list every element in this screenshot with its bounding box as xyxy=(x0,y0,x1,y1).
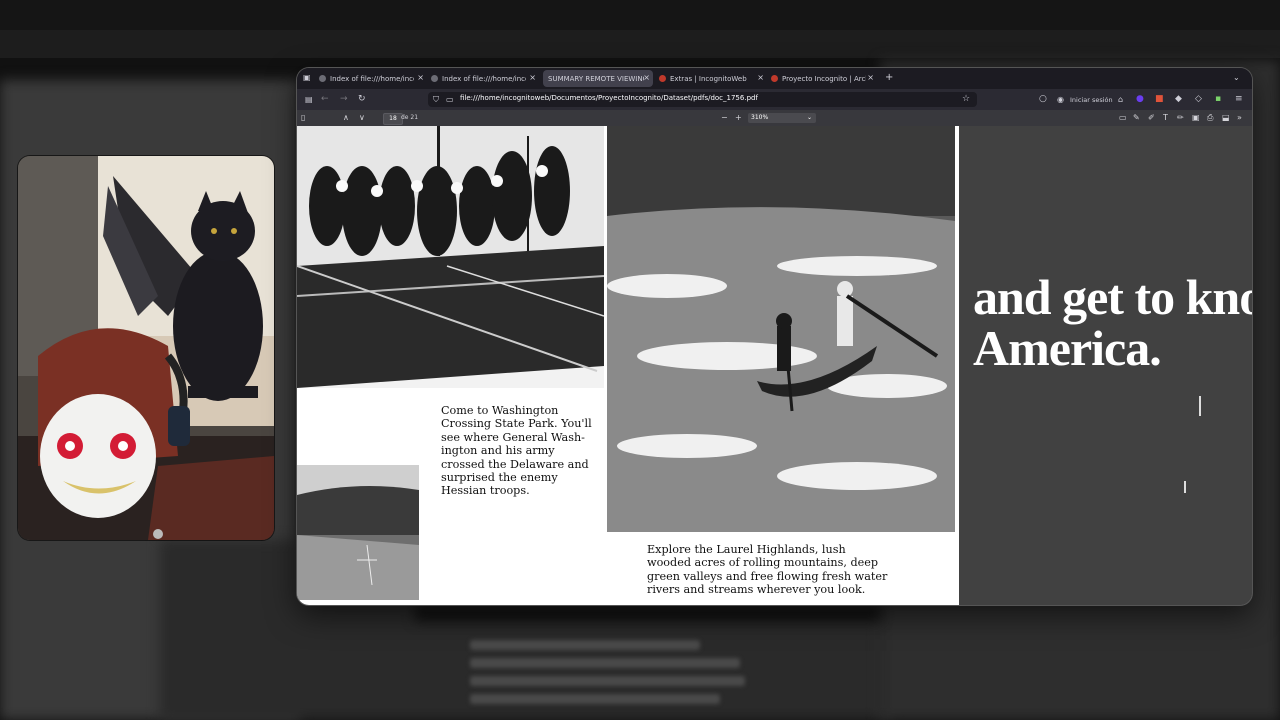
tab-proyecto-incognito[interactable]: Proyecto Incognito | Archivos × xyxy=(771,70,877,87)
incognitoweb-icon xyxy=(771,75,778,82)
tab-label: Index of file:///home/incognitoweb/ xyxy=(442,74,526,83)
extension-icon[interactable]: ▪ xyxy=(1215,92,1221,107)
extension-icon[interactable]: ■ xyxy=(1155,92,1164,107)
tab-summary-remote-viewing[interactable]: SUMMARY REMOTE VIEWING S × xyxy=(543,70,653,87)
caption-washington-crossing: Come to Washington Crossing State Park. … xyxy=(441,404,592,498)
chevron-down-icon: ⌄ xyxy=(806,114,812,121)
close-icon[interactable]: × xyxy=(529,73,536,82)
landscape-photo xyxy=(297,465,419,600)
landscape-image xyxy=(297,465,419,600)
reload-icon[interactable]: ↻ xyxy=(358,92,366,107)
zoom-select[interactable]: 310% ⌄ xyxy=(748,113,816,123)
close-icon[interactable]: × xyxy=(867,73,874,82)
image-icon[interactable]: ▣ xyxy=(1192,110,1200,126)
tab-label: Extras | IncognitoWeb xyxy=(670,74,747,83)
caption-laurel-highlands: Explore the Laurel Highlands, lush woode… xyxy=(647,543,888,597)
canoe-rapids-photo xyxy=(607,126,955,532)
new-tab-button[interactable]: + xyxy=(885,70,893,85)
zoom-out-button[interactable]: − xyxy=(721,110,728,126)
close-icon[interactable]: × xyxy=(417,73,424,82)
url-bar[interactable]: ⛉ ▭ file:///home/incognitoweb/Documentos… xyxy=(428,92,977,107)
background-toolbar xyxy=(0,30,1280,58)
headline-text: and get to kno America. xyxy=(973,269,1252,376)
pdf-viewer[interactable]: Come to Washington Crossing State Park. … xyxy=(297,126,1252,605)
extension-icon[interactable]: ● xyxy=(1136,92,1144,107)
background-text-line xyxy=(470,694,720,704)
background-text-line xyxy=(470,640,700,650)
highlight-icon[interactable]: ✎ xyxy=(1133,110,1140,126)
signin-button[interactable]: Iniciar sesión xyxy=(1070,93,1113,107)
navigation-bar: ▤ ← → ↻ ⛉ ▭ file:///home/incognitoweb/Do… xyxy=(297,89,1252,110)
pdf-toolbar: ▯ ∧ ∨ 18 de 21 − + 310% ⌄ ▭ ✎ ✐ T ✏ ▣ ⎙ … xyxy=(297,110,1252,126)
page-icon xyxy=(431,75,438,82)
washington-crossing-image xyxy=(297,126,604,388)
zoom-in-button[interactable]: + xyxy=(735,110,742,126)
page-info-icon[interactable]: ▭ xyxy=(446,92,454,107)
forward-icon[interactable]: → xyxy=(340,92,348,107)
america-panel: and get to kno America. xyxy=(959,126,1252,605)
tab-bar: ▣ Index of file:///home/incognitoweb/ × … xyxy=(297,68,1252,89)
draw-icon[interactable]: ✐ xyxy=(1148,110,1155,126)
menu-icon[interactable]: ≡ xyxy=(1235,92,1243,107)
incognitoweb-icon xyxy=(659,75,666,82)
zoom-value: 310% xyxy=(751,114,769,121)
canoe-rapids-image xyxy=(607,126,955,532)
url-text: file:///home/incognitoweb/Documentos/Pro… xyxy=(460,94,758,102)
background-tab-bar xyxy=(0,0,1280,30)
tab-label: SUMMARY REMOTE VIEWING S xyxy=(548,74,644,83)
previous-page-icon[interactable]: ∧ xyxy=(343,110,349,126)
extension-icon[interactable]: ◇ xyxy=(1195,92,1202,107)
list-all-tabs-icon[interactable]: ⌄ xyxy=(1233,70,1240,85)
background-text-line xyxy=(470,658,740,668)
close-icon[interactable]: × xyxy=(643,73,650,82)
tab-index-1[interactable]: Index of file:///home/incognitoweb/ × xyxy=(319,70,427,87)
tab-index-2[interactable]: Index of file:///home/incognitoweb/ × xyxy=(431,70,539,87)
print-icon[interactable]: ⎙ xyxy=(1207,110,1213,126)
account-icon[interactable]: ◉ xyxy=(1057,92,1064,107)
extension-icon[interactable]: ◆ xyxy=(1175,92,1182,107)
tab-extras[interactable]: Extras | IncognitoWeb × xyxy=(659,70,767,87)
tab-label: Proyecto Incognito | Archivos xyxy=(782,74,866,83)
webcam-image xyxy=(18,156,274,540)
background-bar xyxy=(415,605,880,621)
close-icon[interactable]: × xyxy=(757,73,764,82)
page-number-input[interactable]: 18 xyxy=(383,113,403,125)
comment-icon[interactable]: ▭ xyxy=(1119,110,1127,126)
page-icon xyxy=(319,75,326,82)
more-tools-icon[interactable]: » xyxy=(1237,110,1242,126)
tab-label: Index of file:///home/incognitoweb/ xyxy=(330,74,414,83)
shield-icon[interactable]: ⛉ xyxy=(433,92,439,107)
bookmark-star-icon[interactable]: ☆ xyxy=(962,92,970,107)
page-total: de 21 xyxy=(401,114,419,121)
pocket-icon[interactable]: ○ xyxy=(1039,92,1047,107)
washington-crossing-photo xyxy=(297,126,604,388)
webcam-overlay xyxy=(18,156,274,540)
firefox-view-icon[interactable]: ▣ xyxy=(303,70,311,85)
ink-icon[interactable]: ✏ xyxy=(1177,110,1184,126)
next-page-icon[interactable]: ∨ xyxy=(359,110,365,126)
text-icon[interactable]: T xyxy=(1163,110,1168,126)
save-icon[interactable]: ⬓ xyxy=(1222,110,1230,126)
sidebar-icon[interactable]: ▤ xyxy=(305,92,313,107)
background-text-line xyxy=(470,676,745,686)
back-icon[interactable]: ← xyxy=(321,92,329,107)
sidebar-toggle-icon[interactable]: ▯ xyxy=(301,110,305,126)
extensions-icon[interactable]: ⌂ xyxy=(1118,92,1123,107)
browser-window: ▣ Index of file:///home/incognitoweb/ × … xyxy=(297,68,1252,605)
